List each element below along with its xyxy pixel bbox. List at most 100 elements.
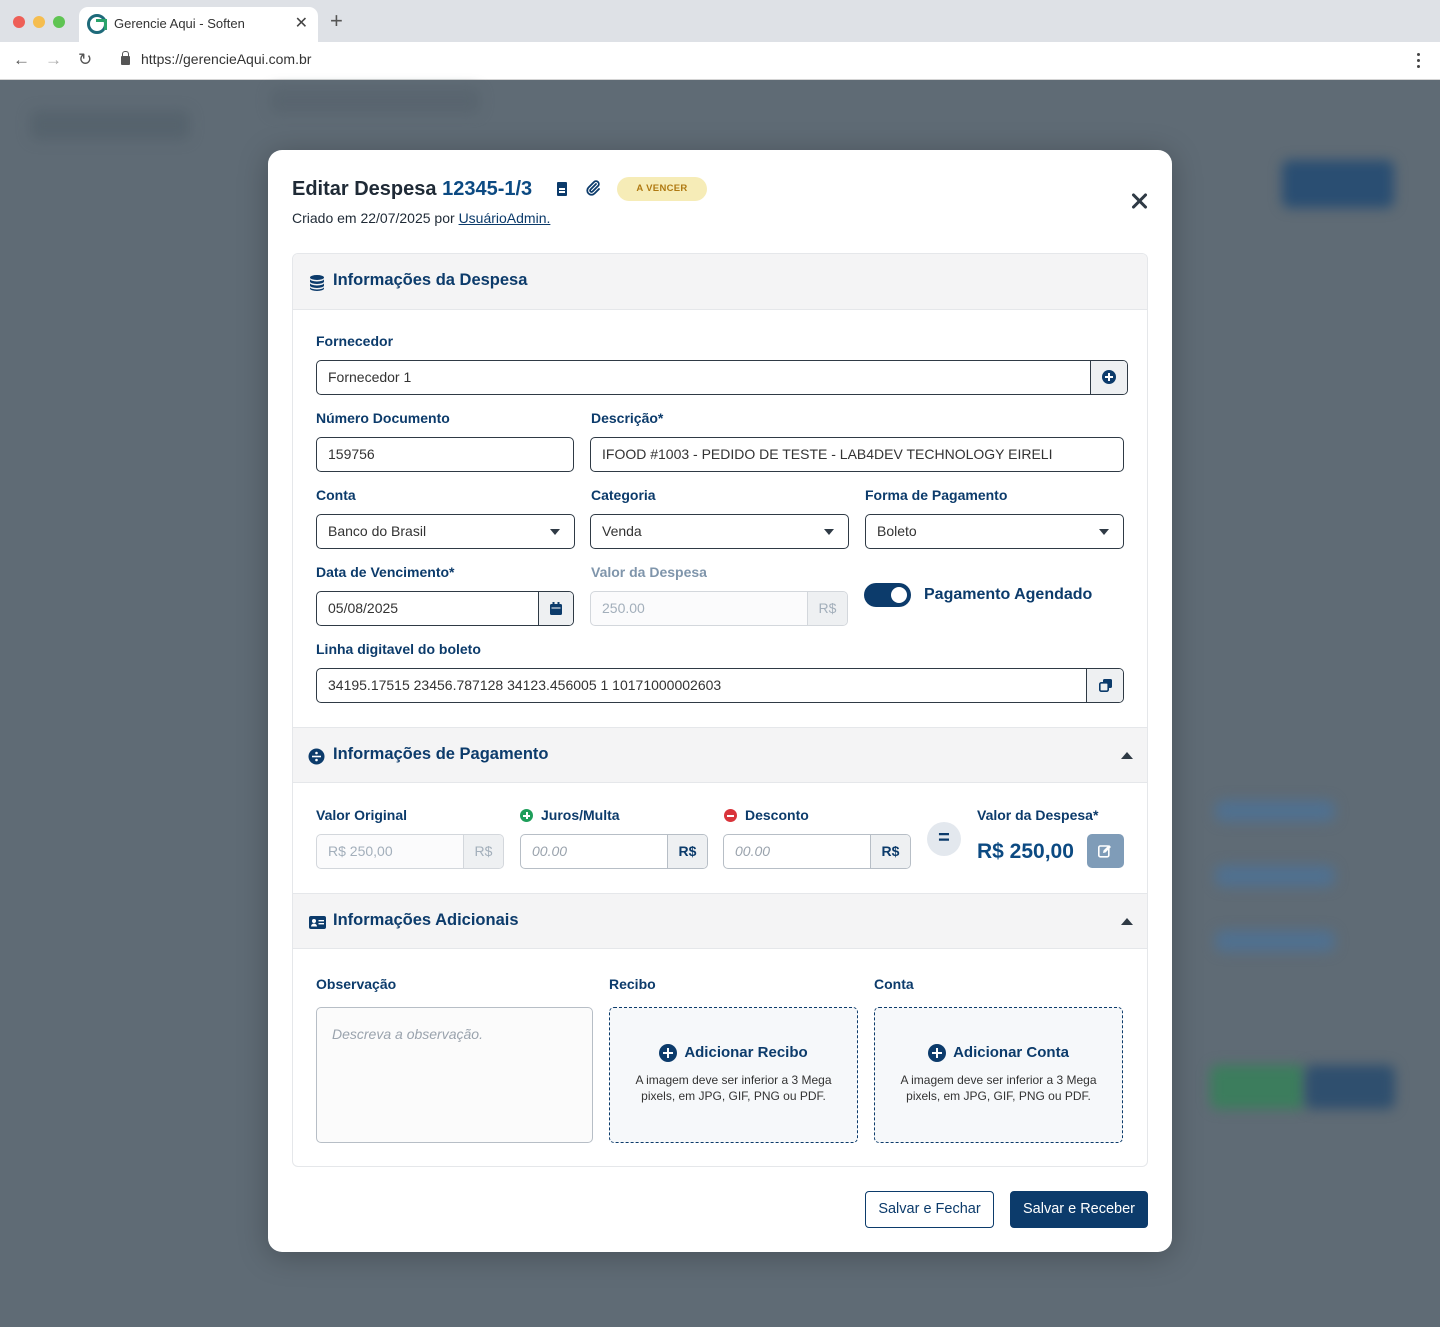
payment-method-value: Boleto bbox=[877, 523, 917, 539]
category-select[interactable]: Venda bbox=[590, 514, 849, 549]
account-value: Banco do Brasil bbox=[328, 523, 427, 539]
calendar-icon bbox=[550, 602, 562, 615]
additional-info-header[interactable]: Informações Adicionais bbox=[293, 893, 1147, 949]
note-textarea[interactable]: Descreva a observação. bbox=[316, 1007, 593, 1143]
chevron-down-icon bbox=[824, 529, 834, 535]
currency-addon: R$ bbox=[807, 592, 847, 625]
total-value-label: Valor da Despesa* bbox=[977, 807, 1099, 823]
note-label: Observação bbox=[316, 976, 397, 992]
receipt-hint: A imagem deve ser inferior a 3 Mega pixe… bbox=[635, 1073, 832, 1104]
add-bill-button[interactable]: Adicionar Conta bbox=[875, 1044, 1122, 1063]
url-field[interactable]: https://gerencieAqui.com.br bbox=[141, 51, 311, 67]
due-date-input[interactable]: 05/08/2025 bbox=[316, 591, 574, 626]
tab-close-icon[interactable]: ✕ bbox=[295, 13, 308, 33]
background-button bbox=[1282, 160, 1394, 208]
original-value-input[interactable]: R$ 250,00 R$ bbox=[316, 834, 504, 869]
scheduled-payment-label: Pagamento Agendado bbox=[924, 586, 1093, 603]
calendar-button[interactable] bbox=[538, 592, 573, 625]
payment-info-title: Informações de Pagamento bbox=[333, 745, 549, 763]
browser-tab[interactable]: Gerencie Aqui - Soften ✕ bbox=[79, 7, 318, 42]
expense-value-input[interactable]: 250.00 R$ bbox=[590, 591, 848, 626]
discount-input[interactable]: 00.00 R$ bbox=[723, 834, 911, 869]
barcode-input[interactable]: 34195.17515 23456.787128 34123.456005 1 … bbox=[316, 668, 1124, 703]
background-button-green bbox=[1210, 1065, 1306, 1109]
created-user-link[interactable]: UsuárioAdmin. bbox=[459, 210, 551, 226]
add-receipt-button[interactable]: Adicionar Recibo bbox=[610, 1044, 857, 1063]
forward-arrow-icon[interactable]: → bbox=[45, 50, 62, 70]
barcode-value: 34195.17515 23456.787128 34123.456005 1 … bbox=[328, 677, 722, 693]
currency-addon: R$ bbox=[667, 835, 707, 868]
edit-icon bbox=[1098, 845, 1111, 858]
status-badge: A VENCER bbox=[617, 177, 707, 201]
category-label: Categoria bbox=[591, 487, 656, 503]
equals-icon: = bbox=[927, 822, 961, 856]
divide-circle-icon bbox=[308, 748, 325, 765]
collapse-caret-icon[interactable] bbox=[1121, 918, 1133, 925]
receipt-label: Recibo bbox=[609, 976, 656, 992]
original-value-label: Valor Original bbox=[316, 807, 408, 823]
due-date-value: 05/08/2025 bbox=[328, 600, 399, 616]
note-placeholder: Descreva a observação. bbox=[332, 1026, 483, 1042]
supplier-field[interactable]: Fornecedor 1 bbox=[316, 360, 1128, 395]
add-receipt-label: Adicionar Recibo bbox=[684, 1044, 808, 1061]
due-date-label: Data de Vencimento* bbox=[316, 564, 455, 580]
description-value: IFOOD #1003 - PEDIDO DE TESTE - LAB4DEV … bbox=[602, 446, 1053, 462]
doc-number-input[interactable]: 159756 bbox=[316, 437, 574, 472]
gerencie-logo-icon bbox=[87, 14, 107, 34]
scheduled-payment-toggle[interactable] bbox=[864, 583, 911, 607]
description-label: Descrição* bbox=[591, 410, 664, 426]
currency-addon: R$ bbox=[463, 835, 503, 868]
add-supplier-button[interactable] bbox=[1090, 361, 1127, 394]
expense-value-value: 250.00 bbox=[602, 600, 645, 616]
plus-circle-green-icon bbox=[520, 809, 533, 822]
doc-number-value: 159756 bbox=[328, 446, 375, 462]
currency-addon: R$ bbox=[870, 835, 910, 868]
account-label: Conta bbox=[316, 487, 356, 503]
interest-placeholder: 00.00 bbox=[532, 843, 568, 859]
payment-info-header[interactable]: Informações de Pagamento bbox=[293, 727, 1147, 783]
collapse-caret-icon[interactable] bbox=[1121, 752, 1133, 759]
background-button-dark bbox=[1305, 1065, 1395, 1109]
account-select[interactable]: Banco do Brasil bbox=[316, 514, 575, 549]
created-text: Criado em 22/07/2025 por bbox=[292, 210, 455, 226]
created-info: Criado em 22/07/2025 por UsuárioAdmin. bbox=[292, 210, 550, 226]
browser-menu-icon[interactable] bbox=[1417, 53, 1421, 69]
plus-circle-icon bbox=[1102, 370, 1116, 385]
lock-icon bbox=[121, 51, 130, 65]
browser-addressbar: ← → ↻ https://gerencieAqui.com.br bbox=[0, 42, 1440, 80]
supplier-value: Fornecedor 1 bbox=[328, 369, 412, 385]
reload-icon[interactable]: ↻ bbox=[78, 50, 92, 70]
modal-title: Editar Despesa 12345-1/3 bbox=[292, 178, 532, 201]
save-close-button[interactable]: Salvar e Fechar bbox=[865, 1191, 994, 1228]
window-minimize-dot[interactable] bbox=[33, 16, 45, 28]
save-receive-button[interactable]: Salvar e Receber bbox=[1010, 1191, 1148, 1228]
category-value: Venda bbox=[602, 523, 642, 539]
coins-icon bbox=[310, 275, 324, 291]
additional-info-title: Informações Adicionais bbox=[333, 911, 519, 929]
receipt-dropzone[interactable]: Adicionar Recibo A imagem deve ser infer… bbox=[609, 1007, 858, 1143]
document-icon[interactable] bbox=[557, 182, 567, 196]
add-bill-label: Adicionar Conta bbox=[953, 1044, 1069, 1061]
window-maximize-dot[interactable] bbox=[53, 16, 65, 28]
interest-label: Juros/Multa bbox=[541, 807, 620, 823]
attachment-icon[interactable] bbox=[586, 180, 600, 196]
browser-tabbar: Gerencie Aqui - Soften ✕ + bbox=[0, 0, 1440, 42]
copy-barcode-button[interactable] bbox=[1086, 669, 1123, 702]
bill-dropzone[interactable]: Adicionar Conta A imagem deve ser inferi… bbox=[874, 1007, 1123, 1143]
back-arrow-icon[interactable]: ← bbox=[13, 50, 30, 70]
window-close-dot[interactable] bbox=[13, 16, 25, 28]
edit-value-button[interactable] bbox=[1087, 834, 1124, 868]
background-logo bbox=[30, 110, 190, 140]
expense-value-label: Valor da Despesa bbox=[591, 564, 707, 580]
background-item bbox=[1215, 800, 1335, 822]
close-modal-icon[interactable] bbox=[1128, 190, 1150, 212]
chevron-down-icon bbox=[550, 529, 560, 535]
expense-info-title: Informações da Despesa bbox=[333, 271, 528, 289]
modal-title-text: Editar Despesa bbox=[292, 178, 437, 200]
interest-input[interactable]: 00.00 R$ bbox=[520, 834, 708, 869]
payment-method-select[interactable]: Boleto bbox=[865, 514, 1124, 549]
original-value-value: R$ 250,00 bbox=[328, 843, 393, 859]
new-tab-icon[interactable]: + bbox=[330, 10, 343, 32]
bill-label: Conta bbox=[874, 976, 914, 992]
description-input[interactable]: IFOOD #1003 - PEDIDO DE TESTE - LAB4DEV … bbox=[590, 437, 1124, 472]
